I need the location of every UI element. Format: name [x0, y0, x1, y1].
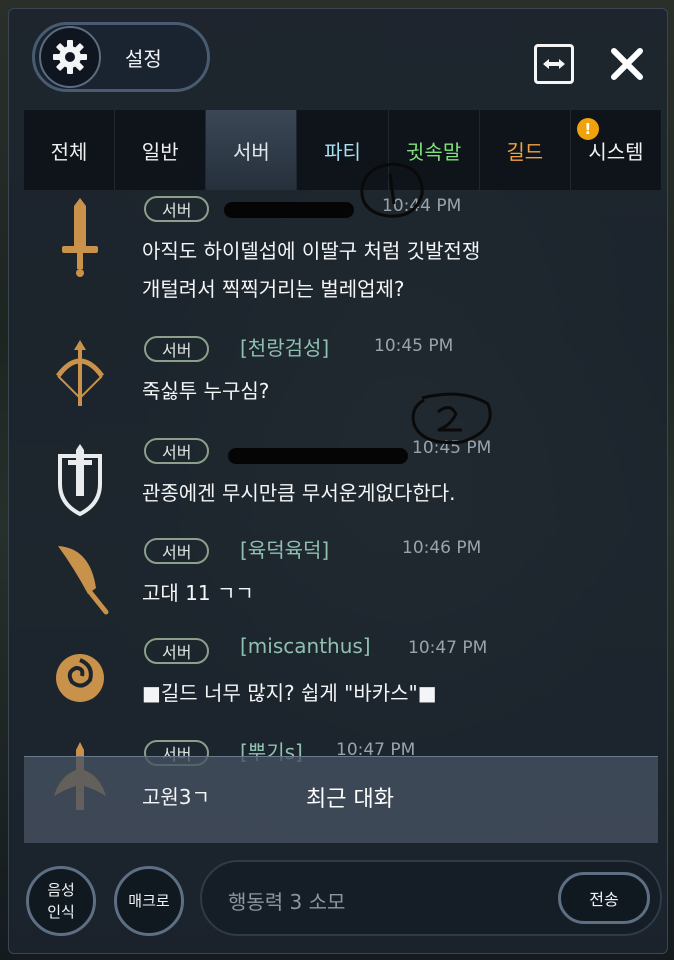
blade-icon — [58, 546, 109, 615]
alert-badge: ! — [576, 118, 599, 140]
message-time: 10:46 PM — [402, 538, 482, 558]
send-button[interactable]: 전송 — [558, 872, 650, 924]
message-time: 10:45 PM — [374, 336, 454, 356]
macro-button[interactable]: 매크로 — [114, 866, 184, 936]
chat-input[interactable]: 행동력 3 소모 전송 — [200, 860, 662, 936]
gear-icon — [39, 26, 101, 88]
channel-badge: 서버 — [144, 538, 210, 564]
voice-recognition-button[interactable]: 음성 인식 — [26, 866, 96, 936]
message-text: 고대 11 ㄱㄱ — [142, 574, 254, 612]
macro-label: 매크로 — [128, 892, 170, 910]
voice-label-line: 음성 — [47, 881, 75, 899]
scribble-mark-1 — [360, 162, 424, 218]
voice-label-line: 인식 — [47, 903, 75, 921]
message-list[interactable]: 서버 10:44 PM 아직도 하이델섭에 이딸구 처럼 깃발전쟁 개털려서 찍… — [24, 190, 662, 840]
message-time: 10:47 PM — [408, 638, 488, 658]
tab-label: 일반 — [141, 139, 179, 164]
message-line: 죽싫투 누구심? — [142, 379, 270, 403]
shield-sword-icon — [58, 444, 102, 517]
message-line: 관종에겐 무시만큼 무서운게없다한다. — [142, 481, 456, 505]
message-line: 고대 11 ㄱㄱ — [142, 581, 254, 605]
message-line: 고원3ㄱ — [142, 785, 210, 809]
message-line: 아직도 하이델섭에 이딸구 처럼 깃발전쟁 — [142, 239, 481, 263]
expand-button[interactable] — [534, 44, 574, 84]
close-button[interactable] — [604, 42, 650, 86]
chat-input-placeholder: 행동력 3 소모 — [228, 890, 346, 914]
redacted-name — [224, 202, 354, 218]
recent-conversation-button[interactable]: 고원3ㄱ 최근 대화 — [24, 756, 658, 843]
tab-label: 전체 — [50, 139, 88, 164]
player-name: [육덕육덕] — [240, 538, 330, 562]
tab-label: 시스템 — [588, 139, 644, 164]
channel-badge: 서버 — [144, 438, 210, 464]
player-name: [천랑검성] — [240, 336, 330, 360]
tab-general[interactable]: 일반 — [115, 110, 207, 190]
message-text: 죽싫투 누구심? — [142, 372, 269, 410]
tab-label: 길드 — [506, 139, 544, 164]
close-icon — [611, 48, 643, 80]
recent-conversation-label: 최근 대화 — [306, 787, 394, 812]
send-label: 전송 — [589, 890, 619, 909]
rose-icon — [56, 654, 104, 702]
message-text: 관종에겐 무시만큼 무서운게없다한다. — [142, 474, 455, 512]
redacted-name — [228, 448, 408, 464]
channel-badge: 서버 — [144, 336, 210, 362]
tab-server[interactable]: 서버 — [206, 110, 298, 190]
message-line: ■길드 너무 많지? 쉽게 "바카스"■ — [142, 681, 437, 705]
voice-label: 음성 인식 — [47, 879, 75, 923]
scribble-mark-2 — [411, 392, 492, 445]
channel-badge: 서버 — [144, 196, 210, 222]
message-line: 개털려서 찍찍거리는 벌레업제? — [142, 277, 405, 301]
channel-badge: 서버 — [144, 638, 210, 664]
settings-button[interactable]: 설정 — [32, 22, 210, 92]
tab-all[interactable]: 전체 — [24, 110, 116, 190]
resize-arrows-icon — [543, 59, 565, 69]
tab-system[interactable]: ! 시스템 — [571, 110, 662, 190]
sword-icon — [62, 198, 98, 277]
channel-tabs: 전체 일반 서버 파티 귓속말 길드 ! 시스템 — [24, 110, 662, 190]
message-text: ■길드 너무 많지? 쉽게 "바카스"■ — [142, 674, 437, 712]
settings-label: 설정 — [125, 46, 162, 71]
tab-label: 서버 — [232, 139, 270, 164]
tab-guild[interactable]: 길드 — [480, 110, 571, 190]
crossbow-icon — [55, 340, 105, 406]
message-text: 아직도 하이델섭에 이딸구 처럼 깃발전쟁 개털려서 찍찍거리는 벌레업제? — [142, 232, 480, 308]
player-name: [miscanthus] — [240, 634, 371, 658]
